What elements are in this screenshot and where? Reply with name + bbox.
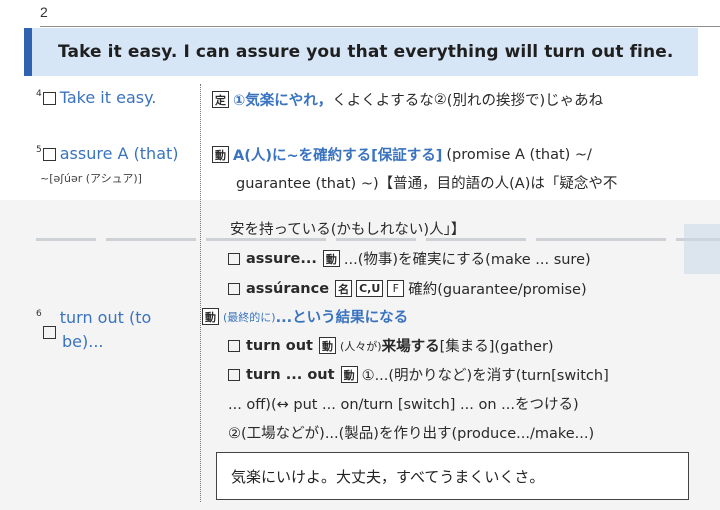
definition-text: ...という結果になる: [275, 310, 409, 326]
top-rule: [40, 26, 720, 27]
related-word-line: assure... 動 ...(物事)を確実にする(make ... sure): [228, 248, 591, 269]
entry-headword: be)...: [62, 332, 104, 351]
definition-line: 安を持っている(かもしれない)人」】: [230, 218, 465, 239]
definition-text: ... off)(↔ put ... on/turn [switch] ... …: [228, 397, 579, 413]
checkbox-icon: [228, 252, 240, 265]
entry-number: 5: [36, 145, 42, 155]
definition-text: ①...(明かりなど)を消す(turn[switch]: [361, 368, 609, 384]
definition-line: guarantee (that) ~)【普通，目的語の人(A)は「疑念や不: [236, 172, 617, 193]
definition-text: 安を持っている(かもしれない)人」】: [230, 222, 466, 238]
verb-mark: 動: [319, 337, 336, 354]
page-number: 2: [40, 4, 48, 20]
related-word-line: assúrance 名 C,U F 確約(guarantee/promise): [228, 278, 587, 299]
verb-mark: 動: [322, 250, 340, 267]
checkbox-icon: [228, 339, 240, 352]
pronunciation: ~[əʃúər (アシュア)]: [40, 172, 142, 185]
definition-line: 動 (最終的に) ...という結果になる: [202, 306, 408, 327]
entry-head-5: 5 assure A (that): [36, 144, 179, 163]
definition-line: 定 ①気楽にやれ， くよくよするな ② (別れの挨拶で)じゃあね: [212, 89, 603, 110]
column-divider: [200, 84, 201, 502]
definition-line: ②(工場などが)...(製品)を作り出す(produce.../make...): [228, 422, 594, 443]
context-note: (最終的に): [223, 310, 276, 324]
related-word: turn ... out: [246, 366, 335, 383]
checkbox-icon: [42, 326, 56, 339]
entry-headword: assure A (that): [59, 144, 179, 163]
verb-mark: 動: [212, 146, 229, 163]
entry-head-4: 4 Take it easy.: [36, 88, 156, 107]
checkbox-icon: [42, 92, 56, 105]
side-tab: [684, 224, 720, 274]
context-note: (人々が): [340, 339, 382, 353]
sense-number: ②: [433, 91, 447, 108]
definition-line: 動 A(人)に~を確約する[保証する] (promise A (that) ~/: [212, 144, 592, 165]
related-word-line: turn out 動 (人々が) 来場する [集まる](gather): [228, 335, 554, 356]
checkbox-icon: [228, 368, 240, 381]
definition-text: [集まる](gather): [439, 339, 554, 355]
checkbox-icon: [228, 282, 240, 295]
sentence-banner: Take it easy. I can assure you that ever…: [24, 28, 698, 76]
verb-mark: 動: [202, 308, 219, 325]
definition-text: ②(工場などが)...(製品)を作り出す(produce.../make...): [228, 426, 595, 442]
definition-text: ...(物事)を確実にする(make ... sure): [343, 252, 591, 268]
related-word: assúrance: [246, 280, 330, 297]
definition-text: 確約(guarantee/promise): [408, 282, 587, 298]
entry-headword: turn out (to: [59, 308, 152, 327]
related-word: turn out: [246, 337, 313, 354]
related-word-line: turn ... out 動 ①...(明かりなど)を消す(turn[switc…: [228, 364, 609, 385]
set-phrase-mark: 定: [212, 91, 229, 108]
translation-text: 気楽にいけよ。大丈夫，すべてうまくいくさ。: [231, 467, 545, 486]
definition-text: guarantee (that) ~)【普通，目的語の人(A)は「疑念や不: [236, 176, 618, 192]
definition-line: ... off)(↔ put ... on/turn [switch] ... …: [228, 393, 579, 414]
definition-text: くよくよするな: [332, 93, 434, 109]
verb-mark: 動: [340, 366, 358, 383]
translation-box: 気楽にいけよ。大丈夫，すべてうまくいくさ。: [216, 452, 689, 500]
entry-headword-cont: be)...: [62, 332, 104, 351]
definition-text: (promise A (that) ~/: [446, 146, 592, 163]
checkbox-icon: [42, 148, 56, 161]
countability-mark: C,U: [356, 280, 384, 297]
related-word: assure...: [246, 250, 317, 267]
definition-text: ①気楽にやれ，: [233, 93, 333, 109]
noun-mark: 名: [335, 280, 353, 297]
entry-headword: Take it easy.: [59, 88, 157, 107]
entry-number: 4: [36, 89, 42, 99]
definition-text: 来場する: [381, 339, 440, 355]
definition-text: A(人)に~を確約する[保証する]: [233, 148, 443, 164]
definition-text: (別れの挨拶で)じゃあね: [446, 93, 604, 109]
entry-number: 6: [36, 309, 42, 319]
key-sentence: Take it easy. I can assure you that ever…: [58, 42, 674, 62]
formal-mark: F: [387, 280, 405, 297]
